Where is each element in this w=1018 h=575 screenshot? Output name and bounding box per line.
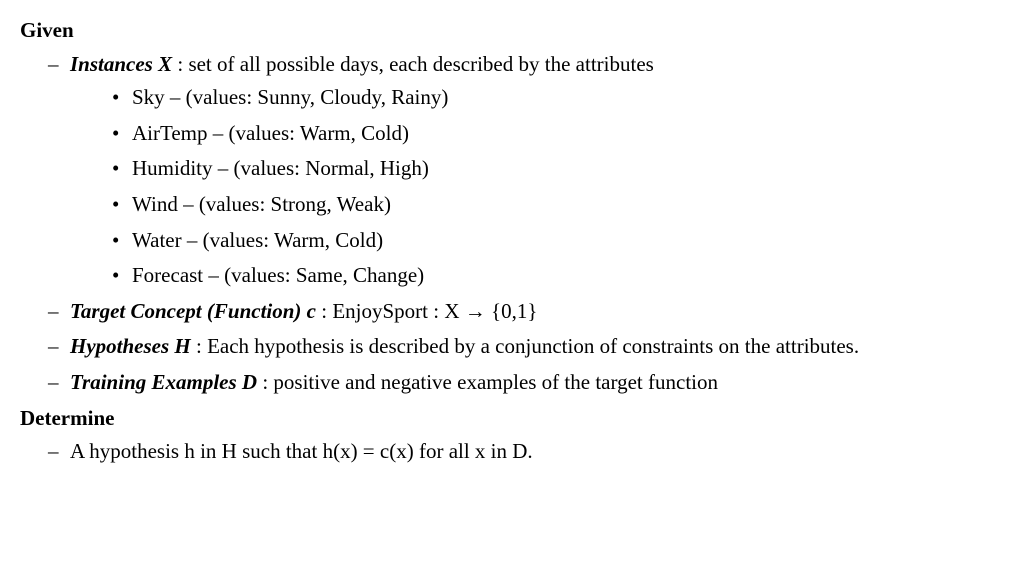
attribute-item: Humidity – (values: Normal, High) [132, 152, 998, 186]
hypotheses-label: Hypotheses H [70, 334, 191, 358]
target-concept-description: : EnjoySport : X → {0,1} [316, 299, 537, 323]
attribute-item: Wind – (values: Strong, Weak) [132, 188, 998, 222]
given-section: Given Instances X : set of all possible … [20, 14, 998, 400]
instances-item: Instances X : set of all possible days, … [70, 48, 998, 293]
determine-section: Determine A hypothesis h in H such that … [20, 402, 998, 469]
target-concept-label: Target Concept (Function) c [70, 299, 316, 323]
attribute-item: Forecast – (values: Same, Change) [132, 259, 998, 293]
attribute-item: Water – (values: Warm, Cold) [132, 224, 998, 258]
hypotheses-description: : Each hypothesis is described by a conj… [191, 334, 859, 358]
determine-heading: Determine [20, 402, 998, 436]
given-heading: Given [20, 14, 998, 48]
hypotheses-item: Hypotheses H : Each hypothesis is descri… [70, 330, 998, 364]
attribute-item: AirTemp – (values: Warm, Cold) [132, 117, 998, 151]
instances-description: : set of all possible days, each describ… [172, 52, 654, 76]
determine-item: A hypothesis h in H such that h(x) = c(x… [70, 435, 998, 469]
attribute-item: Sky – (values: Sunny, Cloudy, Rainy) [132, 81, 998, 115]
training-examples-item: Training Examples D : positive and negat… [70, 366, 998, 400]
training-examples-label: Training Examples D [70, 370, 257, 394]
instances-label: Instances X [70, 52, 172, 76]
given-list: Instances X : set of all possible days, … [20, 48, 998, 400]
target-concept-item: Target Concept (Function) c : EnjoySport… [70, 295, 998, 329]
attributes-list: Sky – (values: Sunny, Cloudy, Rainy) Air… [70, 81, 998, 293]
training-examples-description: : positive and negative examples of the … [257, 370, 718, 394]
determine-list: A hypothesis h in H such that h(x) = c(x… [20, 435, 998, 469]
